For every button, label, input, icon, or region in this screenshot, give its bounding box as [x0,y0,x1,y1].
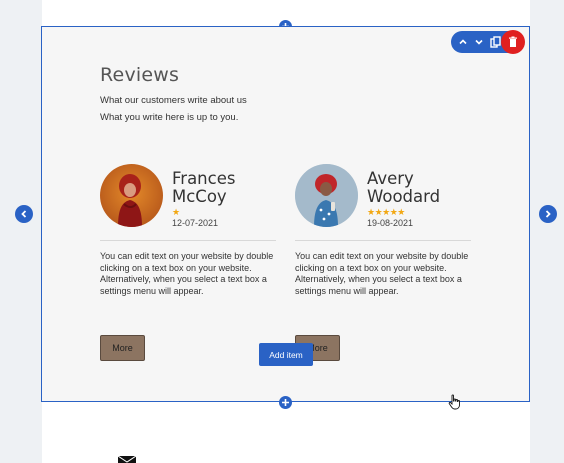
review-text: You can edit text on your website by dou… [295,251,469,296]
carousel-prev-button[interactable] [15,205,33,223]
delete-button[interactable] [501,30,525,54]
reviewer-name: Frances McCoy [172,169,236,206]
review-text: You can edit text on your website by dou… [100,251,274,296]
move-up-button[interactable] [455,34,471,50]
avatar [100,164,163,227]
hand-cursor-icon [448,394,462,415]
star-rating: ★★★★★ [367,207,405,217]
star-rating: ★ [172,207,180,217]
add-item-button[interactable]: Add item [259,343,313,366]
mail-icon [117,453,137,463]
chevron-left-icon [21,210,27,218]
more-button[interactable]: More [100,335,145,361]
review-date: 12-07-2021 [172,218,219,228]
chevron-right-icon [545,210,551,218]
plus-icon [282,399,289,406]
section-toolbar [451,30,525,54]
reviews-section[interactable]: Reviews What our customers write about u… [41,26,530,402]
copy-icon [489,36,501,48]
move-down-button[interactable] [471,34,487,50]
divider [295,240,471,241]
chevron-down-icon [475,39,483,45]
carousel-next-button[interactable] [539,205,557,223]
reviewer-name: Avery Woodard [367,169,441,206]
section-title: Reviews [100,64,180,86]
avatar [295,164,358,227]
section-description: What you write here is up to you. [100,112,239,123]
divider [100,240,276,241]
trash-icon [509,36,517,47]
add-section-below-button[interactable] [279,396,292,409]
section-subtitle: What our customers write about us [100,95,247,106]
chevron-up-icon [459,39,467,45]
page: Reviews What our customers write about u… [0,0,564,463]
review-date: 19-08-2021 [367,218,414,228]
